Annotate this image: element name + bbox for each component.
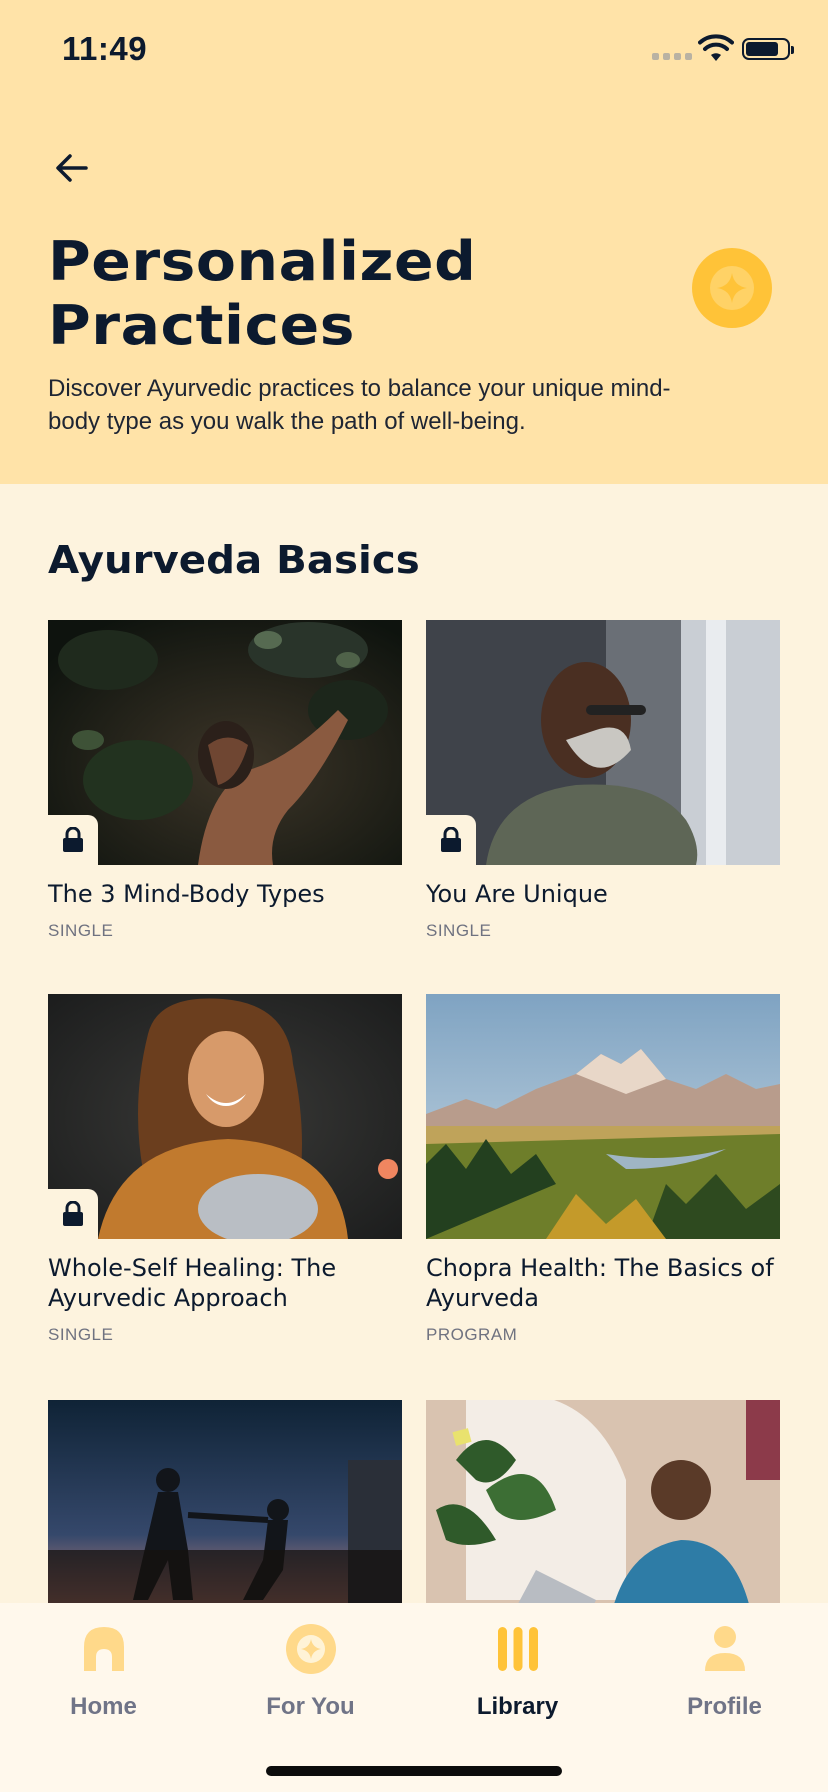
card-image-smiling-woman-warm-light: [48, 994, 402, 1239]
page-title: Personalized Practices: [48, 230, 653, 358]
arrow-left-icon: [56, 154, 88, 182]
tab-home[interactable]: Home: [0, 1623, 207, 1733]
lock-icon: [48, 815, 98, 865]
card-title: Chopra Health: The Basics of Ayurveda: [426, 1254, 774, 1312]
tab-library-label: Library: [476, 1693, 559, 1720]
card-type-tag: SINGLE: [48, 1325, 114, 1344]
library-icon: [497, 1627, 538, 1671]
card-image-man-reaching-leaves: [48, 620, 402, 865]
battery-icon: [742, 38, 794, 60]
tab-for-you[interactable]: For You: [207, 1623, 414, 1733]
card-title: Whole-Self Healing: The Ayurvedic Approa…: [48, 1254, 337, 1312]
card-title: You Are Unique: [426, 880, 608, 908]
wifi-icon: [698, 34, 734, 61]
card-type-tag: SINGLE: [426, 921, 492, 940]
practice-card[interactable]: Chopra Health: The Basics of Ayurveda PR…: [426, 994, 780, 1345]
section-title: Ayurveda Basics: [48, 538, 420, 582]
tab-for-you-label: For You: [266, 1693, 355, 1720]
home-indicator: [266, 1766, 562, 1776]
card-title: The 3 Mind-Body Types: [48, 880, 325, 908]
practice-card[interactable]: Whole-Self Healing: The Ayurvedic Approa…: [48, 994, 402, 1345]
status-time: 11:49: [62, 30, 148, 67]
practice-card[interactable]: The 3 Mind-Body Types SINGLE: [48, 620, 402, 941]
page-subtitle: Discover Ayurvedic practices to balance …: [48, 375, 671, 435]
card-type-tag: PROGRAM: [426, 1325, 518, 1344]
tab-profile-label: Profile: [687, 1693, 762, 1720]
lock-icon: [48, 1189, 98, 1239]
page-title-line-2: Practices: [48, 294, 356, 357]
home-icon: [83, 1627, 124, 1671]
header: 11:49 Personalized Practices Discover Ay…: [0, 0, 828, 484]
sparkle-circle-icon: [692, 248, 772, 328]
sparkle-circle-icon: [285, 1624, 336, 1674]
tab-library[interactable]: Library: [414, 1623, 621, 1733]
card-image-bearded-man-window: [426, 620, 780, 865]
cellular-signal-icon: [652, 53, 692, 60]
card-image-mountain-valley-landscape: [426, 994, 780, 1239]
practice-card[interactable]: You Are Unique SINGLE: [426, 620, 780, 941]
tab-bar: Home For You Library Profile: [0, 1603, 828, 1792]
tab-home-label: Home: [70, 1693, 137, 1720]
back-button[interactable]: [48, 144, 96, 192]
lock-icon: [426, 815, 476, 865]
profile-icon: [704, 1626, 745, 1671]
card-type-tag: SINGLE: [48, 921, 114, 940]
page-title-line-1: Personalized: [48, 230, 477, 293]
tab-profile[interactable]: Profile: [621, 1623, 828, 1733]
screen: 11:49 Personalized Practices Discover Ay…: [0, 0, 828, 1792]
